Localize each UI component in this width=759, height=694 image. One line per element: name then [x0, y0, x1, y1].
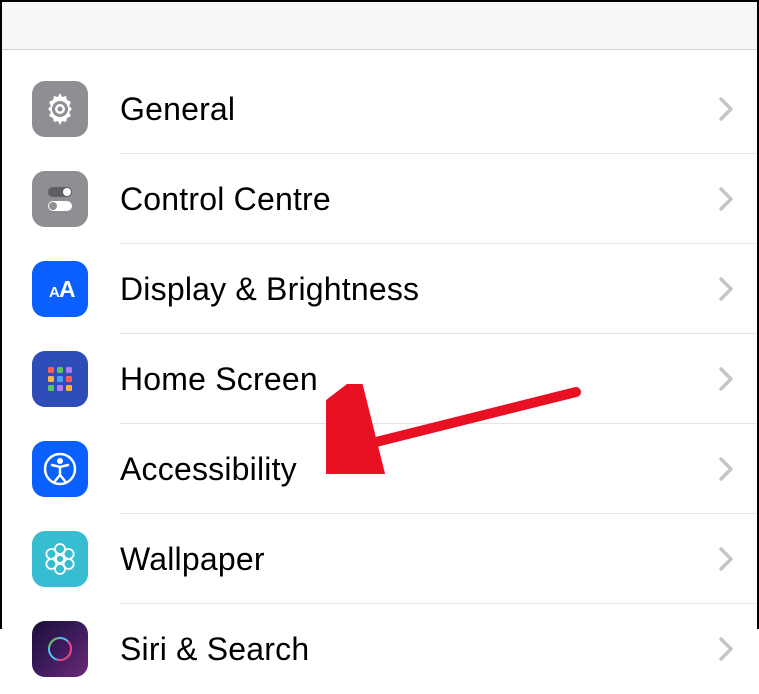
- flower-icon: [32, 531, 88, 587]
- settings-list: General Control Centre A A Display & B: [2, 50, 757, 694]
- accessibility-icon: [32, 441, 88, 497]
- row-general[interactable]: General: [2, 64, 757, 154]
- row-accessibility[interactable]: Accessibility: [2, 424, 757, 514]
- chevron-right-icon: [719, 187, 733, 211]
- row-label: Accessibility: [120, 451, 719, 488]
- row-label: Wallpaper: [120, 541, 719, 578]
- text-size-icon: A A: [32, 261, 88, 317]
- row-label: Control Centre: [120, 181, 719, 218]
- row-label: General: [120, 91, 719, 128]
- row-label: Display & Brightness: [120, 271, 719, 308]
- chevron-right-icon: [719, 277, 733, 301]
- chevron-right-icon: [719, 97, 733, 121]
- row-siri-search[interactable]: Siri & Search: [2, 604, 757, 694]
- row-home-screen[interactable]: Home Screen: [2, 334, 757, 424]
- chevron-right-icon: [719, 367, 733, 391]
- row-label: Siri & Search: [120, 631, 719, 668]
- svg-text:A: A: [59, 276, 76, 302]
- row-control-centre[interactable]: Control Centre: [2, 154, 757, 244]
- chevron-right-icon: [719, 457, 733, 481]
- nav-bar: [2, 2, 757, 50]
- toggles-icon: [32, 171, 88, 227]
- chevron-right-icon: [719, 547, 733, 571]
- gear-icon: [32, 81, 88, 137]
- chevron-right-icon: [719, 637, 733, 661]
- row-label: Home Screen: [120, 361, 719, 398]
- siri-icon: [32, 621, 88, 677]
- home-grid-icon: [32, 351, 88, 407]
- row-display-brightness[interactable]: A A Display & Brightness: [2, 244, 757, 334]
- row-wallpaper[interactable]: Wallpaper: [2, 514, 757, 604]
